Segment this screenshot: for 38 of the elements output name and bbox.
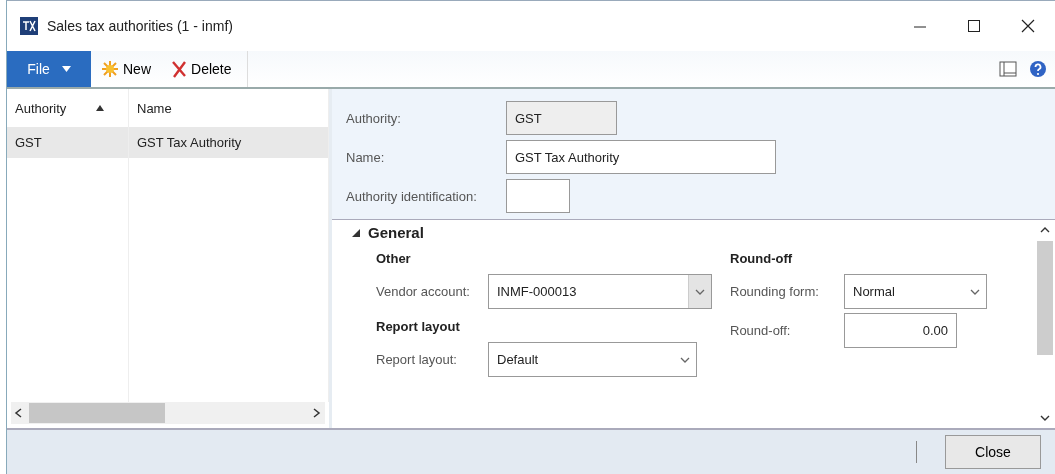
table-cell: GST Tax Authority: [129, 127, 329, 158]
star-icon: [101, 60, 119, 78]
field-label: Round-off:: [730, 323, 792, 338]
group-title: Round-off: [730, 251, 794, 266]
field-label: Name:: [346, 149, 386, 165]
chevron-down-icon[interactable]: [1040, 415, 1050, 422]
field-label: Report layout:: [376, 352, 458, 367]
file-menu[interactable]: File: [7, 51, 91, 87]
field-label: Rounding form:: [730, 284, 820, 299]
maximize-icon[interactable]: [967, 19, 981, 33]
collapse-icon: [352, 228, 360, 237]
caret-down-icon: [61, 66, 71, 72]
close-icon[interactable]: [1021, 19, 1035, 33]
field-label: Vendor account:: [376, 284, 471, 299]
dropdown[interactable]: Default: [488, 342, 697, 377]
text-field[interactable]: [506, 179, 570, 213]
lookup-field[interactable]: INMF-000013: [488, 274, 712, 309]
number-field[interactable]: 0.00: [844, 313, 957, 348]
text-field[interactable]: GST Tax Authority: [506, 140, 776, 174]
text-field[interactable]: GST: [506, 101, 617, 135]
grid-row[interactable]: GST GST Tax Authority: [7, 127, 329, 158]
section-header[interactable]: General: [352, 224, 1035, 241]
app-icon: [19, 16, 39, 36]
field-label: Authority identification:: [346, 188, 478, 204]
close-button[interactable]: Close: [945, 435, 1041, 469]
new-button[interactable]: New: [91, 51, 161, 87]
chevron-up-icon[interactable]: [1040, 226, 1050, 233]
dropdown[interactable]: Normal: [844, 274, 987, 309]
panel-icon[interactable]: [999, 61, 1017, 77]
table-cell: GST: [7, 127, 129, 158]
group-title: Report layout: [376, 319, 461, 334]
delete-icon: [171, 60, 187, 78]
help-icon[interactable]: [1029, 60, 1047, 78]
horizontal-scrollbar[interactable]: [11, 402, 325, 424]
group-title: Other: [376, 251, 412, 266]
delete-button[interactable]: Delete: [161, 51, 242, 87]
window-title: Sales tax authorities (1 - inmf): [47, 18, 234, 34]
field-label: Authority:: [346, 110, 402, 126]
